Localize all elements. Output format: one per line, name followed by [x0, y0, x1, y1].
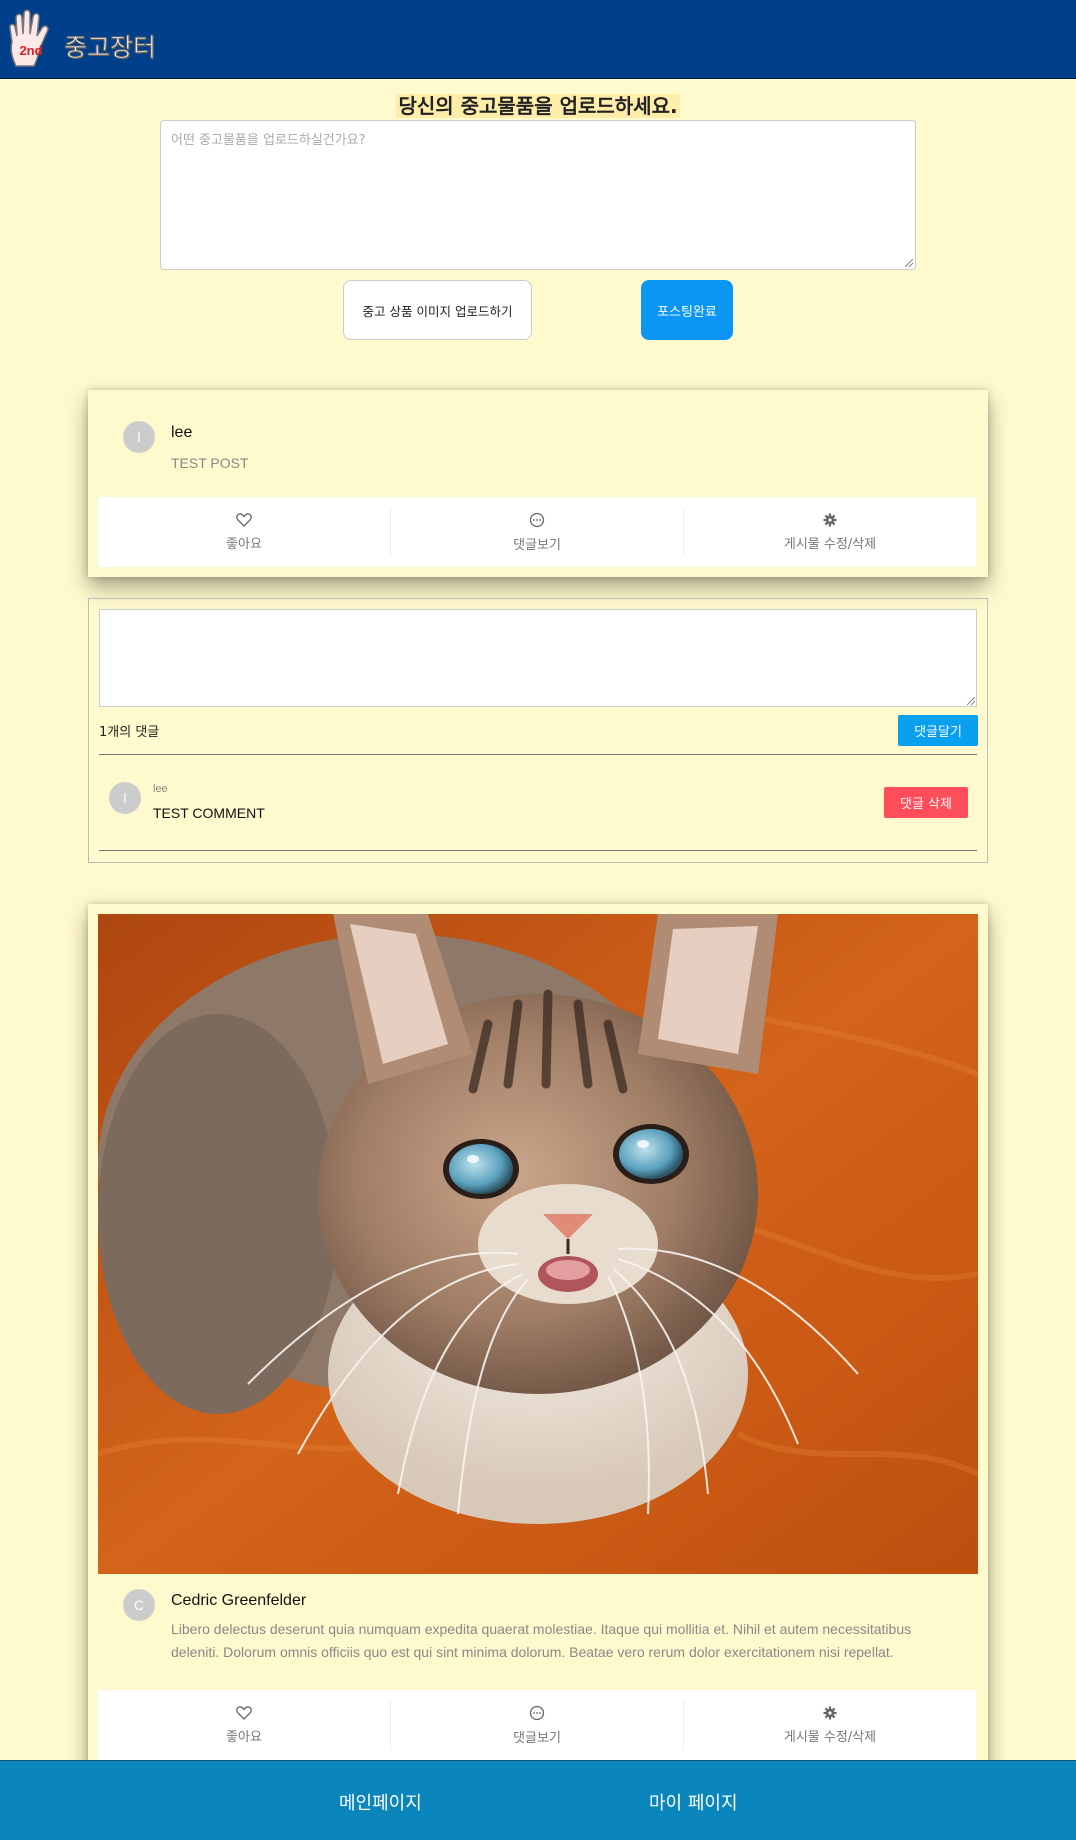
- post-card: C Cedric Greenfelder Libero delectus des…: [88, 904, 988, 1804]
- post-submit-button[interactable]: 포스팅완료: [641, 280, 733, 340]
- edit-post-button[interactable]: 게시물 수정/삭제: [684, 507, 976, 557]
- post-actions: 좋아요 댓글보기 게시물 수정/삭제: [98, 497, 976, 567]
- avatar: C: [123, 1589, 155, 1621]
- post-author: lee: [171, 424, 193, 441]
- comment-icon: [529, 1705, 545, 1720]
- post-text: TEST POST: [171, 455, 249, 471]
- post-card: l lee TEST POST 좋아요 댓글보기 게시물 수정/삭제: [88, 390, 988, 577]
- view-comments-label: 댓글보기: [513, 537, 561, 553]
- upload-textarea[interactable]: [160, 120, 916, 270]
- gear-icon: [823, 513, 837, 526]
- avatar: l: [123, 421, 155, 453]
- like-button[interactable]: 좋아요: [98, 1700, 391, 1750]
- svg-text:2nd: 2nd: [19, 43, 42, 58]
- heart-icon: [236, 1705, 252, 1720]
- view-comments-label: 댓글보기: [513, 1730, 561, 1746]
- edit-post-label: 게시물 수정/삭제: [783, 1729, 877, 1745]
- comment-author: lee: [153, 783, 168, 795]
- heart-icon: [236, 512, 252, 527]
- view-comments-button[interactable]: 댓글보기: [391, 507, 684, 557]
- comment-delete-button[interactable]: 댓글 삭제: [884, 787, 968, 818]
- post-image: [98, 914, 978, 1574]
- image-upload-button[interactable]: 중고 상품 이미지 업로드하기: [343, 280, 532, 340]
- comment-input[interactable]: [99, 609, 977, 707]
- resize-grip-icon[interactable]: [905, 259, 913, 267]
- footer-nav: 메인페이지 마이 페이지: [0, 1760, 1076, 1840]
- comment-section: 1개의 댓글 댓글달기 l lee TEST COMMENT 댓글 삭제: [88, 598, 988, 863]
- brand-title[interactable]: 중고장터: [63, 28, 156, 64]
- comment-icon: [529, 512, 545, 527]
- edit-post-button[interactable]: 게시물 수정/삭제: [684, 1700, 976, 1750]
- like-label: 좋아요: [226, 1729, 262, 1745]
- comment-avatar: l: [109, 782, 141, 814]
- app-header: 2nd 중고장터: [0, 0, 1076, 79]
- divider: [99, 850, 977, 851]
- resize-grip-icon[interactable]: [967, 697, 975, 705]
- post-author: Cedric Greenfelder: [171, 1592, 307, 1609]
- comment-count: 1개의 댓글: [99, 725, 160, 740]
- hand-logo-icon[interactable]: 2nd: [6, 8, 56, 68]
- divider: [99, 754, 977, 755]
- like-button[interactable]: 좋아요: [98, 507, 391, 557]
- upload-title: 당신의 중고물품을 업로드하세요.: [396, 94, 680, 118]
- like-label: 좋아요: [226, 536, 262, 552]
- cat-photo: [98, 914, 978, 1574]
- edit-post-label: 게시물 수정/삭제: [783, 536, 877, 552]
- post-actions: 좋아요 댓글보기 게시물 수정/삭제: [98, 1690, 976, 1760]
- nav-my-page[interactable]: 마이 페이지: [649, 1789, 738, 1815]
- comment-submit-button[interactable]: 댓글달기: [898, 715, 978, 746]
- view-comments-button[interactable]: 댓글보기: [391, 1700, 684, 1750]
- gear-icon: [823, 1706, 837, 1719]
- post-text: Libero delectus deserunt quia numquam ex…: [171, 1621, 912, 1660]
- nav-main-page[interactable]: 메인페이지: [339, 1789, 422, 1815]
- comment-text: TEST COMMENT: [153, 805, 265, 821]
